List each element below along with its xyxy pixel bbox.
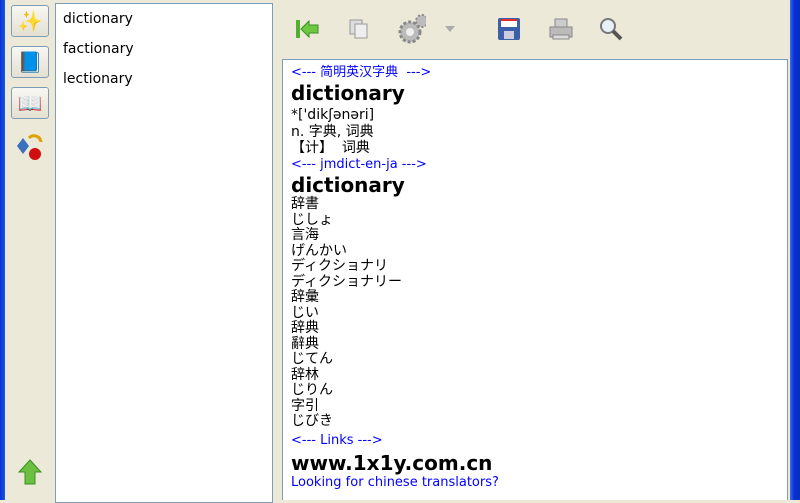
translation-line: ディクショナリ xyxy=(291,258,389,274)
toolbar xyxy=(282,0,787,58)
translation-line: 辞彙 xyxy=(291,289,319,305)
settings-dropdown[interactable] xyxy=(442,14,458,44)
list-item[interactable]: factionary xyxy=(56,34,272,64)
definition-panel[interactable]: <--- 简明英汉字典 ---> dictionary *['dikʃənəri… xyxy=(282,59,788,500)
magic-wand-icon: ✨ xyxy=(17,9,43,33)
window-border-right xyxy=(790,0,800,500)
definition: n. 字典, 词典 xyxy=(291,124,374,140)
headword: dictionary xyxy=(291,173,405,197)
phonetic: *['dikʃənəri] xyxy=(291,107,375,123)
translation-line: 辞林 xyxy=(291,366,319,383)
translation-line: 辞典 xyxy=(291,320,319,336)
translation-line: 辞書 xyxy=(291,196,319,212)
section-header: <--- 简明英汉字典 ---> xyxy=(291,65,432,80)
window-border-left xyxy=(0,0,5,500)
site-url: www.1x1y.com.cn xyxy=(291,450,493,475)
shapes-button[interactable] xyxy=(11,131,49,163)
search-icon xyxy=(600,18,623,41)
translation-line: ディクショナリー xyxy=(291,273,403,290)
book-translate-icon: 📖 xyxy=(17,91,43,115)
copy-button[interactable] xyxy=(344,14,374,44)
save-button[interactable] xyxy=(494,14,524,44)
translation-line: げんかい xyxy=(291,242,347,259)
headword: dictionary xyxy=(291,81,405,105)
translation-line: じい xyxy=(291,304,319,321)
translation-line: 言海 xyxy=(291,227,319,243)
word-list[interactable]: dictionary factionary lectionary xyxy=(55,3,273,503)
back-button[interactable] xyxy=(292,14,322,44)
definition: 【计】 词典 xyxy=(291,139,370,156)
search-button[interactable] xyxy=(596,14,626,44)
up-button[interactable] xyxy=(11,456,49,488)
section-header: <--- Links ---> xyxy=(291,432,383,448)
print-icon xyxy=(549,18,573,40)
back-icon xyxy=(296,19,319,39)
dropdown-icon xyxy=(445,26,455,32)
save-icon xyxy=(498,18,520,40)
book-list-icon: 📘 xyxy=(17,50,43,74)
section-header: <--- jmdict-en-ja ---> xyxy=(291,157,427,172)
book-translate-button[interactable]: 📖 xyxy=(11,87,49,119)
up-arrow-icon xyxy=(17,459,43,485)
shapes-icon xyxy=(17,134,43,160)
translation-line: じびき xyxy=(291,413,333,429)
translation-line: 辭典 xyxy=(291,335,319,352)
settings-icon xyxy=(398,14,426,44)
translation-line: じしょ xyxy=(291,211,333,228)
print-button[interactable] xyxy=(546,14,576,44)
translators-link[interactable]: Looking for chinese translators? xyxy=(291,475,779,491)
book-list-button[interactable]: 📘 xyxy=(11,46,49,78)
settings-button[interactable] xyxy=(396,14,426,44)
translation-line: 字引 xyxy=(291,397,319,414)
magic-wand-button[interactable]: ✨ xyxy=(11,5,49,37)
copy-icon xyxy=(349,19,368,39)
translation-line: じてん xyxy=(291,351,333,367)
list-item[interactable]: dictionary xyxy=(56,4,272,34)
list-item[interactable]: lectionary xyxy=(56,64,272,94)
translation-line: じりん xyxy=(291,382,333,398)
